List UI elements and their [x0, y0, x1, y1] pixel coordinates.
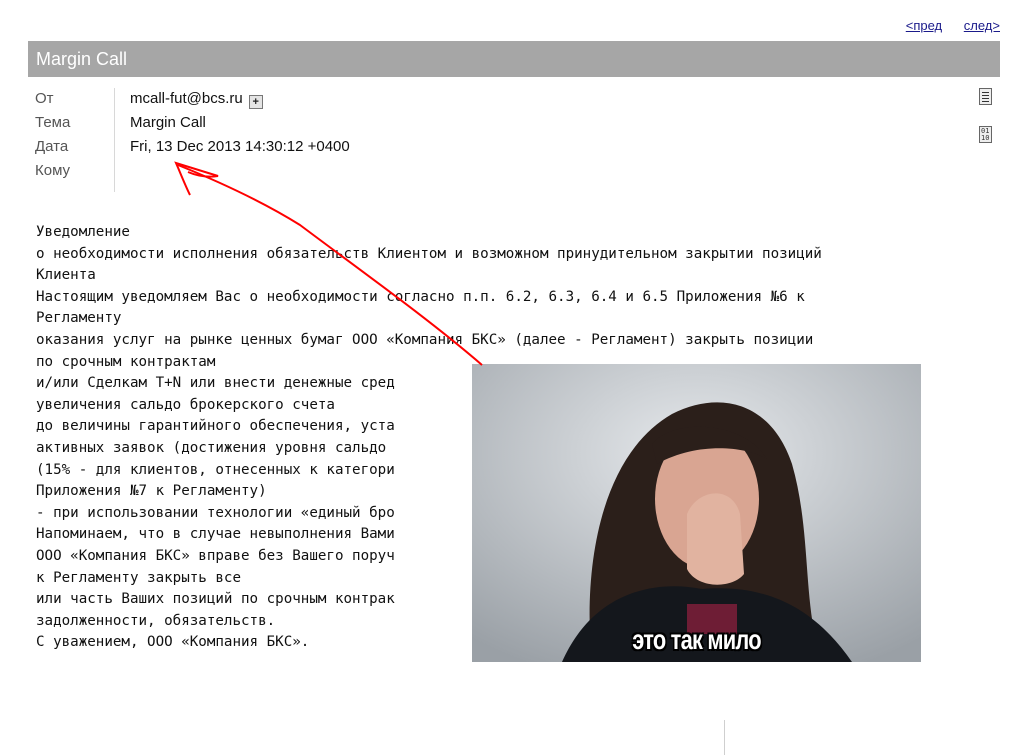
from-label: От [35, 90, 54, 107]
next-message-link[interactable]: след> [964, 18, 1000, 33]
message-title-bar: Margin Call [28, 41, 1000, 77]
body-line: С уважением, ООО «Компания БКС». [36, 634, 310, 651]
message-headers: От Тема Дата Кому mcall-fut@bcs.ru + Marg… [28, 80, 1000, 192]
body-line: активных заявок (достижения уровня сальд… [36, 439, 387, 456]
raw-source-icon[interactable]: 01 10 [979, 126, 992, 143]
meme-image: это так мило [472, 364, 921, 662]
body-line: Настоящим уведомляем Вас о необходимости… [36, 288, 805, 305]
body-line: задолженности, обязательств. [36, 612, 276, 629]
date-label: Дата [35, 138, 69, 155]
meme-caption: это так мило [632, 624, 761, 655]
body-line: оказания услуг на рынке ценных бумаг ООО… [36, 331, 814, 348]
prev-message-link[interactable]: <пред [906, 18, 942, 33]
body-line: к Регламенту закрыть все [36, 569, 241, 586]
message-navigation: <пред след> [888, 18, 1000, 33]
subject-label: Тема [35, 114, 71, 131]
body-line: увеличения сальдо брокерского счета [36, 396, 335, 413]
add-contact-icon[interactable]: + [248, 95, 263, 109]
to-label: Кому [35, 162, 71, 179]
body-line: о необходимости исполнения обязательств … [36, 245, 822, 262]
pane-divider [724, 720, 725, 755]
body-line: по срочным контрактам [36, 353, 216, 370]
crying-woman-illustration [472, 364, 921, 662]
date-value: Fri, 13 Dec 2013 14:30:12 +0400 [130, 138, 350, 155]
subject-value: Margin Call [130, 114, 206, 131]
body-line: Напоминаем, что в случае невыполнения Ва… [36, 526, 395, 543]
body-line: и/или Сделкам Т+N или внести денежные ср… [36, 375, 395, 392]
from-address[interactable]: mcall-fut@bcs.ru [130, 90, 243, 107]
body-line: Регламенту [36, 310, 122, 327]
body-line: Приложения №7 к Регламенту) [36, 483, 267, 500]
header-labels-column: От Тема Дата Кому [28, 88, 115, 192]
body-line: - при использовании технологии «единый б… [36, 504, 395, 521]
body-line: Уведомление [36, 224, 130, 240]
body-line: Клиента [36, 267, 96, 284]
from-value: mcall-fut@bcs.ru + [130, 90, 263, 109]
headers-list-icon[interactable] [979, 88, 992, 105]
